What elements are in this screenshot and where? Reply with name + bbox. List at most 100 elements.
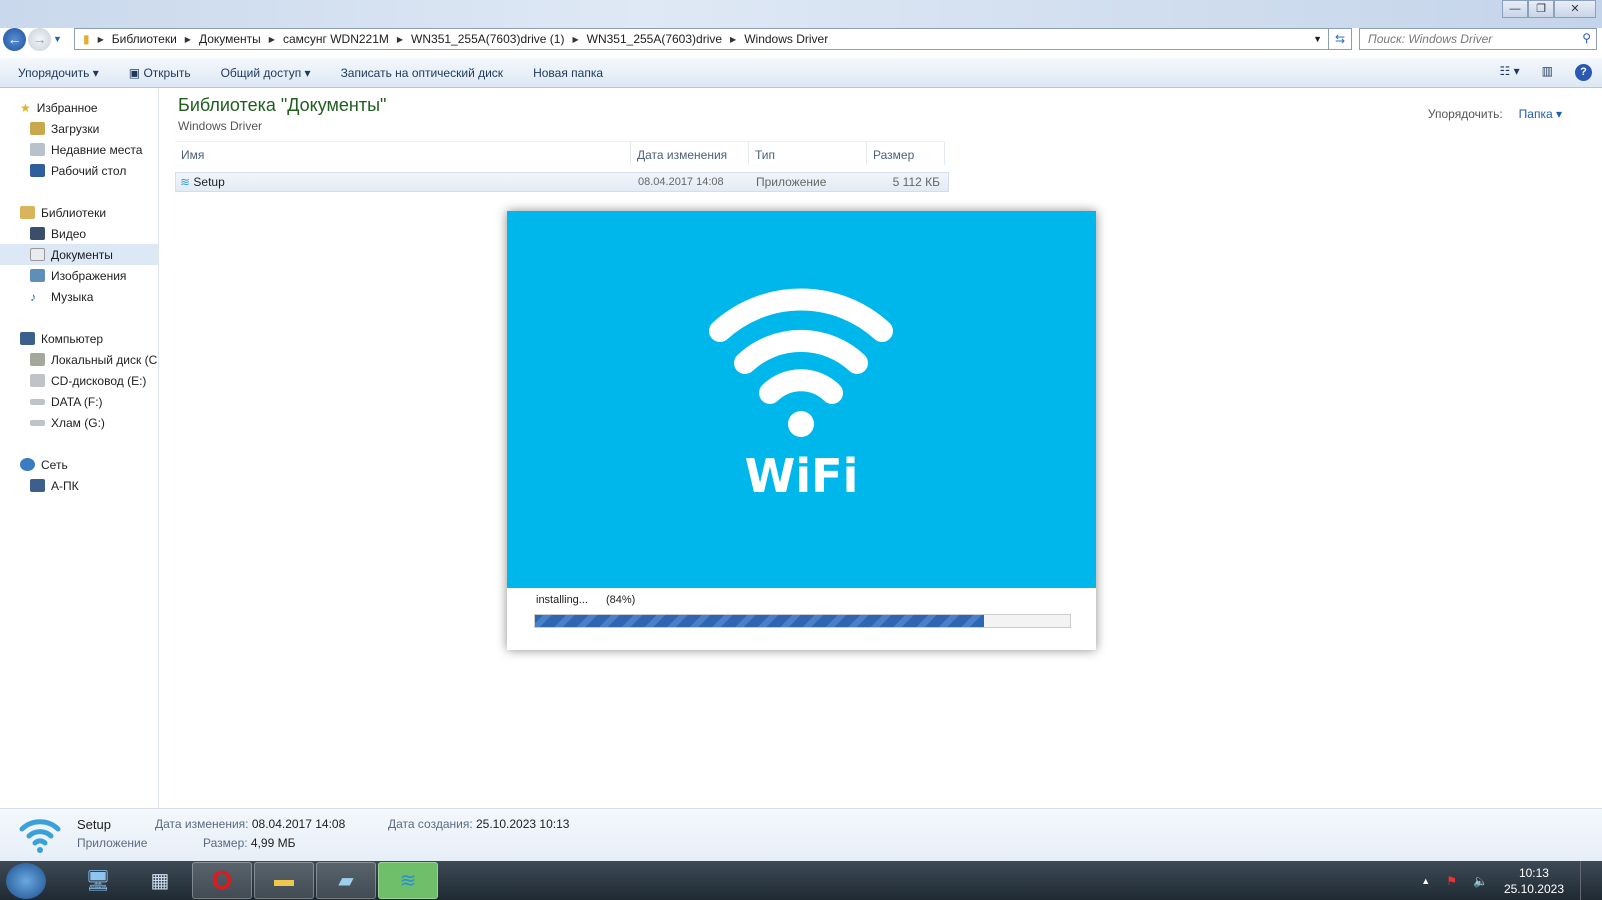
sidebar-item-video[interactable]: Видео (0, 223, 158, 244)
sidebar-item-music[interactable]: ♪ Музыка (0, 286, 158, 307)
network-icon (20, 458, 35, 471)
installer-dialog: WiFi installing... (84%) (507, 211, 1096, 650)
sidebar-item-drive-c[interactable]: Локальный диск (C (0, 349, 158, 370)
crumb[interactable]: WN351_255A(7603)drive (1) (411, 32, 564, 46)
details-pane: Setup Приложение Дата изменения: 08.04.2… (0, 808, 1602, 861)
taskbar-wifi-installer-icon[interactable]: ≋ (378, 862, 438, 899)
sidebar-libraries[interactable]: Библиотеки (0, 202, 158, 223)
taskbar-opera-icon[interactable]: O (192, 862, 252, 899)
arrange-by: Упорядочить: Папка ▾ (1428, 107, 1562, 121)
crumb[interactable]: WN351_255A(7603)drive (587, 32, 722, 46)
progress-bar (534, 614, 1071, 628)
forward-button[interactable]: → (28, 27, 51, 51)
modified-label: Дата изменения: (155, 817, 249, 831)
column-size[interactable]: Размер (867, 142, 945, 165)
column-type[interactable]: Тип (749, 142, 867, 165)
search-input[interactable]: Поиск: Windows Driver ⚲ (1359, 28, 1597, 50)
created-value: 25.10.2023 10:13 (476, 817, 570, 831)
pictures-icon (30, 269, 45, 282)
action-center-flag-icon[interactable]: ⚑ (1446, 874, 1457, 888)
sidebar-item-desktop[interactable]: Рабочий стол (0, 160, 158, 181)
crumb[interactable]: Документы (199, 32, 261, 46)
new-folder-button[interactable]: Новая папка (533, 66, 603, 80)
history-dropdown-icon[interactable]: ▼ (53, 34, 62, 44)
help-icon[interactable]: ? (1575, 64, 1592, 81)
drive-icon (30, 419, 45, 426)
column-name[interactable]: Имя (175, 142, 631, 165)
wifi-icon (19, 819, 61, 853)
clock[interactable]: 10:13 25.10.2023 (1504, 865, 1564, 897)
search-icon[interactable]: ⚲ (1582, 31, 1591, 45)
breadcrumb[interactable]: ▮ ▶ Библиотеки ▶ Документы ▶ самсунг WDN221… (74, 28, 1329, 50)
organize-button[interactable]: Упорядочить ▾ (18, 66, 99, 80)
video-icon (30, 227, 45, 240)
installer-banner: WiFi (507, 211, 1096, 588)
show-desktop-button[interactable] (1580, 861, 1590, 900)
music-icon: ♪ (30, 289, 36, 304)
modified-value: 08.04.2017 14:08 (251, 817, 346, 831)
column-date[interactable]: Дата изменения (631, 142, 749, 165)
open-label: Открыть (143, 65, 191, 80)
back-button[interactable]: ← (3, 27, 26, 51)
cd-drive-icon (30, 374, 45, 387)
command-bar: Упорядочить ▾ ▣ Открыть Общий доступ ▾ З… (0, 58, 1602, 88)
share-button[interactable]: Общий доступ ▾ (221, 66, 311, 80)
arrange-dropdown[interactable]: Папка ▾ (1519, 107, 1562, 121)
sidebar-computer[interactable]: Компьютер (0, 328, 158, 349)
desktop-icon (30, 164, 45, 177)
wifi-icon: ≋ (180, 175, 191, 189)
restore-button[interactable]: ❐ (1528, 0, 1554, 18)
arrange-label: Упорядочить: (1427, 107, 1503, 121)
sidebar-item-pc[interactable]: А-ПК (0, 475, 158, 496)
taskbar-notepad-icon[interactable]: ▰ (316, 862, 376, 899)
crumb[interactable]: Библиотеки (112, 32, 177, 46)
refresh-button[interactable]: ⇆ (1328, 28, 1352, 50)
crumb[interactable]: Windows Driver (744, 32, 828, 46)
drive-icon (30, 398, 45, 405)
sidebar-item-downloads[interactable]: Загрузки (0, 118, 158, 139)
folder-icon: ▮ (83, 32, 90, 46)
navigation-pane: ★ Избранное Загрузки Недавние места Рабоч… (0, 89, 159, 808)
show-hidden-icons[interactable]: ▲ (1421, 876, 1430, 886)
page-title: Библиотека "Документы" (178, 95, 387, 115)
taskbar-calculator-icon[interactable]: ▦ (130, 862, 190, 899)
table-row[interactable]: ≋ Setup 08.04.2017 14:08 Приложение 5 11… (175, 172, 949, 192)
libraries-icon (20, 206, 35, 219)
burn-button[interactable]: Записать на оптический диск (341, 66, 504, 80)
crumb[interactable]: самсунг WDN221M (283, 32, 389, 46)
sidebar-item-documents[interactable]: Документы (0, 244, 158, 265)
open-button[interactable]: ▣ Открыть (129, 66, 191, 80)
file-name: Setup (193, 175, 225, 189)
install-status: installing... (84%) (536, 594, 635, 606)
computer-icon (30, 479, 45, 492)
address-dropdown-icon[interactable]: ▼ (1313, 34, 1322, 44)
status-text: installing... (536, 594, 588, 606)
sidebar-item-recent[interactable]: Недавние места (0, 139, 158, 160)
documents-icon (30, 248, 45, 261)
folder-subtitle: Windows Driver (178, 119, 263, 133)
close-button[interactable]: ✕ (1554, 0, 1596, 18)
minimize-button[interactable]: — (1502, 0, 1528, 18)
file-size: 5 112 КБ (892, 175, 940, 189)
size-value: 4,99 МБ (250, 836, 296, 850)
taskbar-remote-desktop-icon[interactable]: 🖥 (68, 862, 128, 899)
recent-places-icon (30, 143, 45, 156)
file-date: 08.04.2017 14:08 (638, 176, 724, 188)
sidebar-item-drive-e[interactable]: CD-дисковод (E:) (0, 370, 158, 391)
view-options-icon[interactable]: ☷ ▾ (1500, 64, 1520, 81)
sidebar-network[interactable]: Сеть (0, 454, 158, 475)
title-bar: — ❐ ✕ (0, 0, 1602, 28)
system-tray: ▲ ⚑ 🔈 10:13 25.10.2023 (1421, 861, 1590, 900)
preview-pane-icon[interactable]: ▥ (1542, 64, 1553, 81)
sidebar-favorites[interactable]: ★ Избранное (0, 97, 158, 118)
address-bar: ← → ▼ ▮ ▶ Библиотеки ▶ Документы ▶ самсунг … (0, 27, 1602, 51)
taskbar-explorer-icon[interactable]: ▬ (254, 862, 314, 899)
drive-icon (30, 353, 45, 366)
volume-icon[interactable]: 🔈 (1473, 874, 1488, 888)
sidebar-item-drive-g[interactable]: Хлам (G:) (0, 412, 158, 433)
details-type: Приложение (77, 836, 148, 850)
sidebar-item-drive-f[interactable]: DATA (F:) (0, 391, 158, 412)
start-button[interactable] (6, 862, 46, 899)
sidebar-item-pictures[interactable]: Изображения (0, 265, 158, 286)
computer-icon (20, 332, 35, 345)
